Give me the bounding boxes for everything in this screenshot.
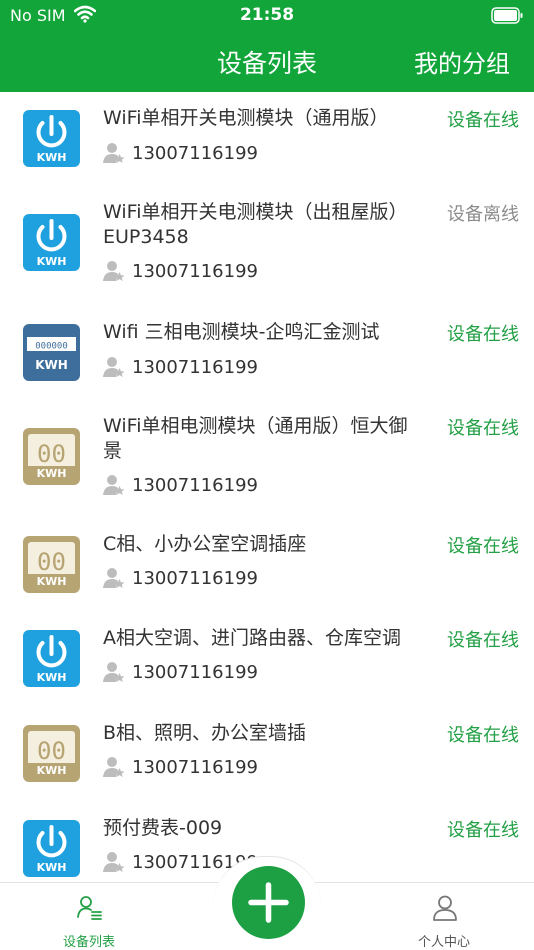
- device-owner: 13007116199: [103, 355, 258, 379]
- app-header: No SIM 21:58 设备列表 我的分组: [0, 0, 534, 92]
- my-groups-button[interactable]: 我的分组: [414, 44, 510, 79]
- digital-kwh-icon: 00 KWH: [23, 536, 80, 593]
- plus-icon: [248, 882, 289, 923]
- user-share-icon: [103, 568, 125, 588]
- device-status: 设备在线: [447, 536, 519, 557]
- device-name: B相、照明、办公室墙插: [103, 722, 307, 744]
- meter-digits: 000000: [35, 342, 68, 352]
- kwh-label: KWH: [37, 764, 67, 777]
- device-owner: 13007116199: [103, 259, 258, 283]
- device-row[interactable]: 00 KWH C相、小办公室空调插座 13007116199 设备在线: [0, 520, 534, 614]
- tab-personal-center-label: 个人中心: [417, 935, 470, 950]
- user-share-icon: [103, 475, 125, 495]
- power-kwh-icon: KWH: [23, 820, 80, 877]
- device-name: WiFi单相开关电测模块（出租屋版）EUP3458: [103, 201, 398, 248]
- user-share-icon: [103, 757, 125, 777]
- device-row[interactable]: KWH WiFi单相开关电测模块（通用版） 13007116199 设备在线: [0, 92, 534, 186]
- device-owner: 13007116199: [103, 473, 258, 497]
- digital-digits: 00: [37, 548, 66, 576]
- kwh-label: KWH: [37, 861, 67, 874]
- device-owner: 13007116199: [103, 141, 258, 165]
- battery-icon: [491, 7, 523, 24]
- kwh-label: KWH: [37, 467, 67, 480]
- digital-digits: 00: [37, 737, 66, 765]
- kwh-label: KWH: [37, 575, 67, 588]
- device-owner: 13007116199: [103, 660, 258, 684]
- status-time: 21:58: [239, 5, 295, 25]
- devices-list-icon: [77, 896, 102, 920]
- device-row[interactable]: 00 KWH B相、照明、办公室墙插 13007116199 设备在线: [0, 709, 534, 804]
- user-share-icon: [103, 662, 125, 682]
- tab-device-list[interactable]: 设备列表: [29, 883, 149, 950]
- owner-phone: 13007116199: [132, 756, 258, 778]
- device-status: 设备在线: [447, 324, 519, 345]
- owner-phone: 13007116199: [132, 260, 258, 282]
- owner-phone: 13007116199: [132, 142, 258, 164]
- user-share-icon: [103, 143, 125, 163]
- kwh-label: KWH: [37, 671, 67, 684]
- tab-device-list-label: 设备列表: [62, 935, 115, 950]
- user-share-icon: [103, 261, 125, 281]
- kwh-label: KWH: [37, 255, 67, 268]
- device-name: WiFi单相开关电测模块（通用版）: [103, 107, 389, 129]
- meter-kwh-icon: 000000 KWH: [23, 324, 80, 381]
- device-status: 设备在线: [447, 418, 519, 439]
- device-name: C相、小办公室空调插座: [103, 533, 307, 555]
- kwh-label: KWH: [35, 358, 68, 372]
- device-list[interactable]: KWH WiFi单相开关电测模块（通用版） 13007116199 设备在线 K…: [0, 92, 534, 882]
- device-row[interactable]: KWH A相大空调、进门路由器、仓库空调 13007116199 设备在线: [0, 614, 534, 709]
- device-row[interactable]: 00 KWH WiFi单相电测模块（通用版）恒大御景 13007116199 设…: [0, 400, 534, 520]
- owner-phone: 13007116199: [132, 356, 258, 378]
- device-row[interactable]: 000000 KWH Wifi 三相电测模块-企鸣汇金测试 1300711619…: [0, 306, 534, 400]
- device-name: 预付费表-009: [103, 817, 223, 839]
- person-icon: [433, 895, 457, 921]
- digital-kwh-icon: 00 KWH: [23, 725, 80, 782]
- device-name: WiFi单相电测模块（通用版）恒大御景: [103, 415, 408, 462]
- device-row[interactable]: KWH WiFi单相开关电测模块（出租屋版）EUP3458 1300711619…: [0, 186, 534, 306]
- user-share-icon: [103, 852, 125, 872]
- power-kwh-icon: KWH: [23, 630, 80, 687]
- add-device-button[interactable]: [232, 866, 305, 939]
- device-owner: 13007116199: [103, 755, 258, 779]
- power-kwh-icon: KWH: [23, 214, 80, 271]
- user-share-icon: [103, 357, 125, 377]
- device-status: 设备在线: [447, 725, 519, 746]
- device-status: 设备在线: [447, 820, 519, 841]
- owner-phone: 13007116199: [132, 567, 258, 589]
- device-name: Wifi 三相电测模块-企鸣汇金测试: [103, 321, 380, 343]
- power-kwh-icon: KWH: [23, 110, 80, 167]
- device-owner: 13007116199: [103, 566, 258, 590]
- kwh-label: KWH: [37, 151, 67, 164]
- device-status: 设备在线: [447, 630, 519, 651]
- digital-digits: 00: [37, 440, 66, 468]
- device-name: A相大空调、进门路由器、仓库空调: [103, 627, 401, 649]
- digital-kwh-icon: 00 KWH: [23, 428, 80, 485]
- owner-phone: 13007116199: [132, 474, 258, 496]
- device-status: 设备离线: [447, 204, 519, 225]
- tab-personal-center[interactable]: 个人中心: [384, 883, 504, 950]
- device-status: 设备在线: [447, 110, 519, 131]
- status-bar: No SIM 21:58: [0, 0, 534, 32]
- owner-phone: 13007116199: [132, 661, 258, 683]
